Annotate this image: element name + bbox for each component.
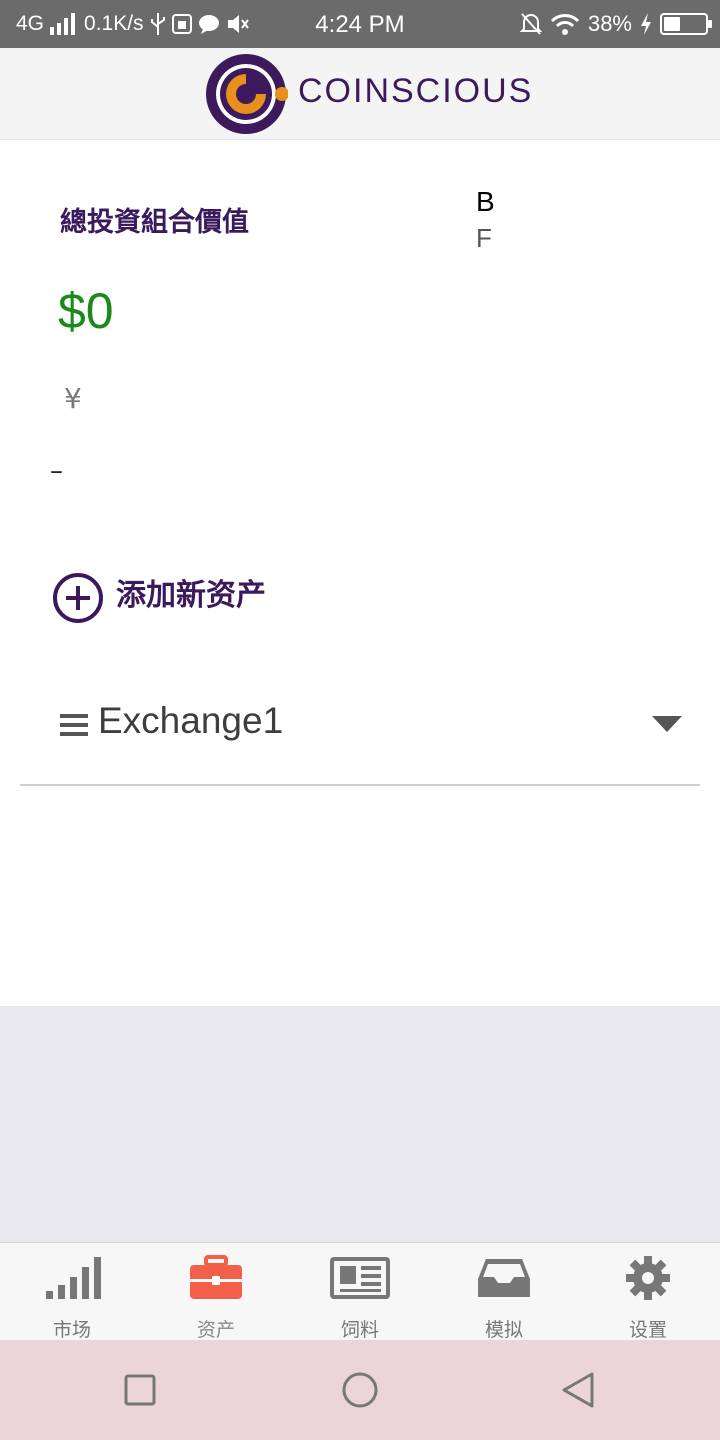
empty-area [0, 1006, 720, 1242]
bar-signal-icon [46, 1257, 101, 1299]
status-right: 38% [519, 0, 712, 48]
tab-settings[interactable]: 设置 [576, 1243, 720, 1341]
bf-bottom-letter: F [476, 223, 492, 253]
add-circle-icon [53, 573, 103, 623]
status-bar: 4G 0.1K/s 4:24 PM 38% [0, 0, 720, 48]
app-header: COINSCIOUS [0, 48, 720, 140]
menu-icon[interactable] [60, 712, 88, 738]
tab-label: 设置 [628, 1319, 667, 1341]
bf-toggle[interactable]: B F [476, 184, 495, 256]
total-value: $0 [58, 283, 114, 339]
battery-percent: 38% [587, 11, 632, 36]
add-asset-button[interactable]: 添加新资产 [52, 572, 266, 624]
wifi-icon [550, 14, 580, 35]
portfolio-label: 總投資組合價值 [60, 207, 249, 238]
bell-off-icon [519, 13, 542, 35]
coinscious-logo [206, 54, 288, 134]
caret-down-icon[interactable] [652, 716, 682, 734]
battery-icon [660, 13, 712, 35]
system-nav-bar [0, 1340, 720, 1440]
tab-label: 资产 [196, 1319, 235, 1341]
exchange-row[interactable]: Exchange1 [20, 680, 700, 786]
exchange-name: Exchange1 [98, 700, 284, 741]
bf-top-letter: B [476, 186, 495, 217]
recent-apps-icon[interactable] [118, 1368, 162, 1412]
tab-label: 模拟 [484, 1319, 523, 1341]
back-icon[interactable] [556, 1368, 600, 1412]
newspaper-icon [330, 1257, 390, 1299]
tab-market[interactable]: 市场 [0, 1243, 144, 1341]
tab-simulate[interactable]: 模拟 [432, 1243, 576, 1341]
value-change: – [50, 456, 63, 486]
charging-icon [641, 13, 651, 35]
briefcase-icon [190, 1255, 242, 1299]
tab-feed[interactable]: 饲料 [288, 1243, 432, 1341]
tab-assets[interactable]: 资产 [144, 1243, 288, 1341]
brand-name: COINSCIOUS [298, 72, 534, 110]
bottom-tab-bar: 市场 资产 饲料 模拟 设置 [0, 1242, 720, 1341]
tab-label: 市场 [52, 1319, 91, 1341]
currency-symbol: ¥ [64, 382, 82, 415]
tab-label: 饲料 [340, 1319, 379, 1341]
inbox-icon [478, 1259, 530, 1297]
add-asset-label: 添加新资产 [116, 578, 266, 613]
home-icon[interactable] [338, 1368, 382, 1412]
gear-icon [626, 1256, 670, 1300]
